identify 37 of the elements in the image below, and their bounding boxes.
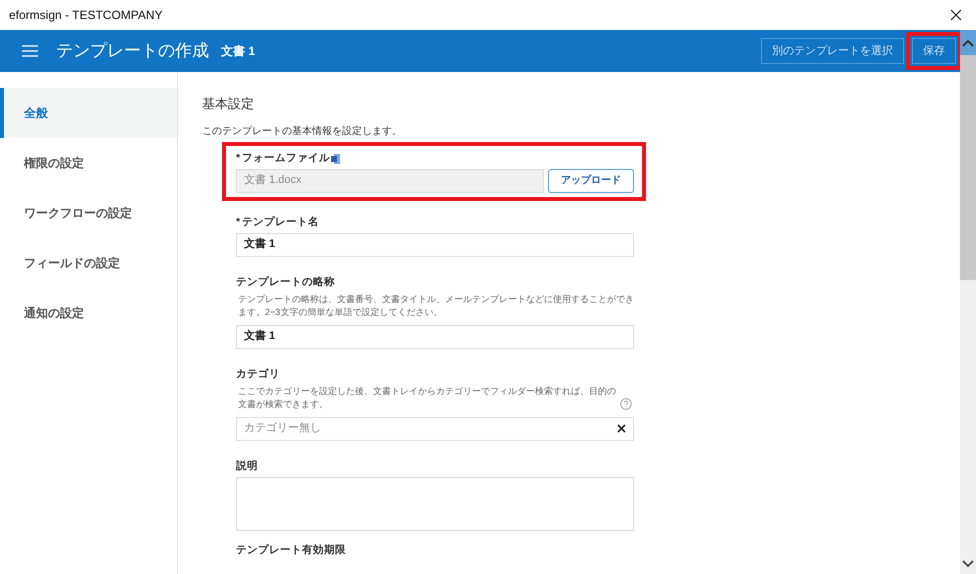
description-field[interactable]: [236, 476, 634, 530]
field-label: カテゴリ: [236, 366, 280, 382]
sidebar-item[interactable]: 全般: [0, 88, 177, 138]
scroll-up-icon[interactable]: [962, 38, 974, 46]
sidebar-item[interactable]: 通知の設定: [0, 288, 177, 338]
field-label: 説明: [236, 458, 258, 474]
field-label: フォームファイル: [242, 150, 330, 166]
sidebar-item[interactable]: 権限の設定: [0, 138, 177, 188]
text-field[interactable]: 文書 1: [236, 324, 634, 348]
required-mark: *: [236, 214, 240, 230]
help-icon[interactable]: [620, 398, 632, 410]
sidebar-item[interactable]: ワークフローの設定: [0, 188, 177, 238]
window-title: eformsign - TESTCOMPANY: [9, 7, 163, 24]
help-text: ここでカテゴリーを設定した後、文書トレイからカテゴリーでフィルダー検索すれば、目的の文書が検索できます。: [238, 384, 617, 410]
text-field[interactable]: 文書 1: [236, 232, 634, 256]
scroll-down-icon[interactable]: [962, 560, 974, 568]
required-mark: *: [236, 150, 240, 166]
document-icon: [331, 154, 340, 164]
close-icon[interactable]: [950, 9, 962, 21]
field-label: テンプレート名: [242, 214, 320, 230]
menu-icon[interactable]: [22, 45, 38, 57]
field-label: テンプレート有効期限: [236, 542, 346, 558]
select-placeholder: カテゴリー無し: [244, 421, 321, 436]
document-name: 文書 1: [221, 43, 256, 60]
sidebar-item[interactable]: フィールドの設定: [0, 238, 177, 288]
header-button[interactable]: 別のテンプレートを選択: [761, 38, 904, 64]
category-select[interactable]: カテゴリー無し: [236, 416, 634, 440]
clear-icon[interactable]: [617, 424, 626, 433]
field-label: テンプレートの略称: [236, 274, 335, 290]
help-text: テンプレートの略称は、文書番号、文書タイトル、メールテンプレートなどに使用することができます。2−3文字の簡単な単語で設定してください。: [238, 292, 634, 318]
page-title: テンプレートの作成: [56, 40, 209, 62]
file-name-field: 文書 1.docx: [236, 168, 544, 192]
section-title: 基本設定: [202, 95, 255, 113]
scrollbar[interactable]: [960, 30, 976, 574]
upload-button[interactable]: アップロード: [548, 168, 634, 192]
scrollbar-thumb[interactable]: [960, 55, 976, 280]
section-description: このテンプレートの基本情報を設定します。: [202, 124, 403, 138]
